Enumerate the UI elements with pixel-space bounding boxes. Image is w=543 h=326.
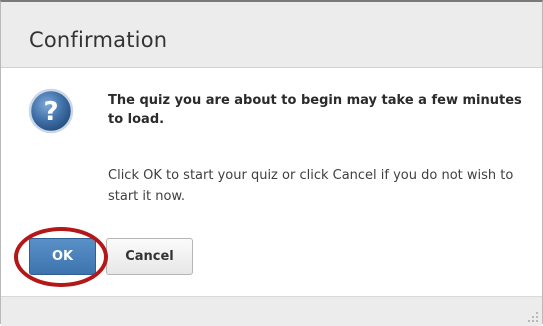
resize-grip-icon[interactable] — [527, 311, 539, 323]
dialog-titlebar: Confirmation — [1, 2, 542, 68]
dialog-title: Confirmation — [29, 28, 168, 52]
cancel-button[interactable]: Cancel — [106, 238, 193, 275]
ok-button[interactable]: OK — [29, 238, 96, 275]
confirmation-dialog: Confirmation ? The quiz you are about to… — [0, 0, 543, 326]
dialog-message-bold: The quiz you are about to begin may take… — [108, 93, 522, 127]
question-icon: ? — [28, 88, 74, 134]
dialog-message: Click OK to start your quiz or click Can… — [108, 168, 514, 204]
svg-text:?: ? — [43, 97, 58, 127]
dialog-footer — [1, 296, 542, 326]
